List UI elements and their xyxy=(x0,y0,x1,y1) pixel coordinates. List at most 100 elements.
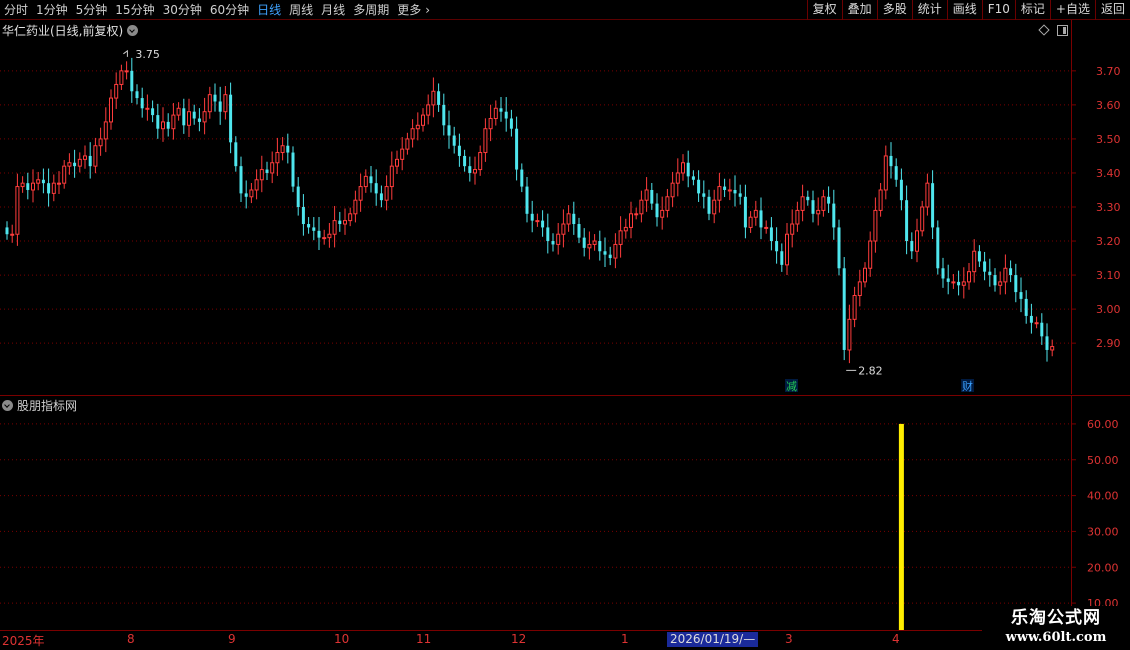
stock-title: 华仁药业(日线,前复权) xyxy=(2,23,124,38)
indicator-panel[interactable]: 股朋指标网 10.00 20.00 30.00 40.00 50.00 60.00 xyxy=(0,395,1130,631)
tool-button-4[interactable]: 画线 xyxy=(946,0,982,20)
period-tab-8[interactable]: 月线 xyxy=(317,0,349,20)
candle-body-up xyxy=(816,209,821,215)
candle-body-up xyxy=(748,216,753,228)
price-tick-label: 2.90 xyxy=(1096,337,1121,350)
candle-body-down xyxy=(130,70,134,92)
candle-body-up xyxy=(223,94,228,113)
chevron-down-icon[interactable] xyxy=(2,399,13,411)
candle-body-down xyxy=(775,241,779,252)
candle-body-down xyxy=(135,91,139,99)
candle-body-up xyxy=(873,209,878,242)
chevron-right-icon[interactable]: › xyxy=(425,0,430,20)
tool-button-2[interactable]: 多股 xyxy=(876,0,912,20)
period-tab-6[interactable]: 日线 xyxy=(253,0,285,20)
candle-body-up xyxy=(868,240,873,269)
candle-body-down xyxy=(182,108,186,126)
candle-body-down xyxy=(1029,315,1033,323)
event-marker[interactable]: 财 xyxy=(962,379,973,393)
candle-body-down xyxy=(296,186,300,207)
tool-button-6[interactable]: 标记 xyxy=(1014,0,1050,20)
candle-body-down xyxy=(468,166,472,173)
candle-body-down xyxy=(957,281,961,286)
date-label-1: 1 xyxy=(621,632,629,646)
candle-body-up xyxy=(421,114,425,126)
candle-body-down xyxy=(369,176,373,184)
candle-body-up xyxy=(592,240,597,245)
candle-body-up xyxy=(488,118,493,130)
candle-body-down xyxy=(504,111,508,119)
candle-body-up xyxy=(878,189,883,211)
candle-body-down xyxy=(442,104,446,126)
candle-body-up xyxy=(681,162,685,174)
tool-button-0[interactable]: 复权 xyxy=(806,0,842,20)
tool-button-3[interactable]: 统计 xyxy=(911,0,947,20)
candle-body-up xyxy=(405,138,410,150)
period-tab-9[interactable]: 多周期 xyxy=(349,0,393,20)
candle-body-up xyxy=(415,124,420,130)
period-tab-1[interactable]: 1分钟 xyxy=(32,0,72,20)
candle-body-down xyxy=(437,91,441,105)
candle-body-up xyxy=(670,182,675,198)
candle-body-up xyxy=(400,148,405,160)
candle-body-up xyxy=(712,199,717,215)
candle-body-up xyxy=(57,182,61,185)
chevron-down-icon[interactable] xyxy=(127,24,139,36)
candle-body-down xyxy=(738,193,742,197)
candle-body-down xyxy=(832,203,836,228)
candle-body-up xyxy=(961,281,966,286)
candle-body-up xyxy=(1003,267,1008,283)
candle-body-up xyxy=(852,295,857,320)
tool-button-7[interactable]: +自选 xyxy=(1049,0,1095,20)
candle-body-down xyxy=(218,101,222,112)
candle-body-up xyxy=(103,121,108,140)
period-tab-5[interactable]: 60分钟 xyxy=(206,0,253,20)
candle-body-up xyxy=(389,165,394,188)
candle-body-down xyxy=(827,196,831,204)
candle-body-down xyxy=(1019,292,1023,299)
candle-body-up xyxy=(998,281,1003,286)
indicator-tick-label: 20.00 xyxy=(1087,561,1119,574)
candle-body-down xyxy=(457,145,461,156)
candle-body-down xyxy=(317,230,321,238)
date-label-10: 10 xyxy=(334,632,350,646)
candle-body-down xyxy=(806,196,810,201)
price-tick-label: 3.50 xyxy=(1096,133,1121,146)
candle-body-down xyxy=(1045,336,1049,350)
price-tick-label: 3.10 xyxy=(1096,269,1121,282)
candle-body-down xyxy=(73,162,77,167)
tool-button-8[interactable]: 返回 xyxy=(1094,0,1130,20)
candle-body-up xyxy=(270,162,275,174)
candlestick-chart[interactable]: 2.90 3.00 3.10 3.20 3.30 3.40 3.50 3.60 3.70 3.75… xyxy=(0,20,1130,394)
tool-button-1[interactable]: 叠加 xyxy=(841,0,877,20)
candle-body-up xyxy=(915,230,919,252)
indicator-chart[interactable]: 10.0020.0030.0040.0050.0060.00 xyxy=(0,396,1130,631)
candle-body-up xyxy=(332,220,337,235)
candle-body-up xyxy=(920,206,925,232)
period-tab-3[interactable]: 15分钟 xyxy=(111,0,158,20)
main-chart-panel[interactable]: 华仁药业(日线,前复权) 2.90 3.00 3.10 3.20 3.30 3.40 3.5… xyxy=(0,20,1130,394)
candle-body-down xyxy=(166,121,170,129)
candle-body-up xyxy=(473,169,477,174)
candle-body-up xyxy=(109,97,113,123)
period-tab-4[interactable]: 30分钟 xyxy=(159,0,206,20)
candle-body-down xyxy=(697,179,701,194)
price-tick-label: 3.00 xyxy=(1096,303,1121,316)
period-tab-0[interactable]: 分时 xyxy=(0,0,32,20)
candle-body-up xyxy=(348,213,353,222)
panel-toggle-icon[interactable] xyxy=(1057,25,1068,36)
candle-body-up xyxy=(119,70,124,85)
candle-body-down xyxy=(905,200,909,242)
tool-button-5[interactable]: F10 xyxy=(981,0,1015,20)
candle-body-up xyxy=(62,165,67,184)
candle-body-down xyxy=(338,220,342,225)
period-tab-10[interactable]: 更多 xyxy=(393,0,425,20)
period-tab-7[interactable]: 周线 xyxy=(285,0,317,20)
candle-body-up xyxy=(36,179,41,184)
candle-body-up xyxy=(639,199,644,215)
period-tab-2[interactable]: 5分钟 xyxy=(72,0,112,20)
candle-body-down xyxy=(234,142,238,167)
date-label-11: 11 xyxy=(416,632,432,646)
event-marker[interactable]: 减 xyxy=(786,380,797,393)
candle-body-down xyxy=(213,94,217,102)
